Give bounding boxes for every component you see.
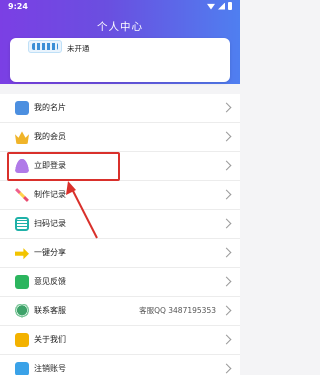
- menu-item-label: 制作记录: [34, 190, 66, 199]
- member-card[interactable]: 未开通: [10, 38, 230, 82]
- share-icon: [15, 248, 29, 260]
- chevron-right-icon: [221, 247, 232, 258]
- chevron-right-icon: [221, 189, 232, 200]
- menu-item-share[interactable]: 一键分享: [0, 239, 240, 268]
- status-time: 9:24: [8, 2, 28, 11]
- status-bar: 9:24: [0, 0, 240, 14]
- card-icon: [15, 101, 29, 115]
- battery-icon: [228, 2, 232, 10]
- logo-icon: [32, 43, 58, 50]
- logo-badge: [28, 40, 62, 53]
- menu-item-label: 一键分享: [34, 248, 66, 257]
- menu-item-cancel-account[interactable]: 注销账号: [0, 355, 240, 375]
- chevron-right-icon: [221, 160, 232, 171]
- menu-item-scan-records[interactable]: 扫码记录: [0, 210, 240, 239]
- pencil-icon: [15, 188, 29, 202]
- service-qq: 客服QQ 3487195353: [139, 306, 216, 315]
- menu-item-label: 我的名片: [34, 103, 66, 112]
- menu-item-feedback[interactable]: 意见反馈: [0, 268, 240, 297]
- cancel-icon: [15, 362, 29, 375]
- chevron-right-icon: [221, 305, 232, 316]
- chevron-right-icon: [221, 131, 232, 142]
- menu-item-label: 意见反馈: [34, 277, 66, 286]
- menu-list: 我的名片 我的会员 立即登录 制作记录 扫码记录 一键分享 意见反馈 联系客服 …: [0, 94, 240, 375]
- menu-item-label: 关于我们: [34, 335, 66, 344]
- menu-item-my-membership[interactable]: 我的会员: [0, 123, 240, 152]
- menu-item-my-card[interactable]: 我的名片: [0, 94, 240, 123]
- page-title: 个人中心: [97, 21, 143, 33]
- chevron-right-icon: [221, 218, 232, 229]
- crown-icon: [15, 131, 29, 144]
- wifi-icon: [207, 3, 215, 10]
- service-icon: [15, 304, 29, 318]
- menu-item-make-records[interactable]: 制作记录: [0, 181, 240, 210]
- chevron-right-icon: [221, 363, 232, 374]
- member-status: 未开通: [67, 44, 90, 53]
- menu-item-label: 联系客服: [34, 306, 66, 315]
- about-icon: [15, 333, 29, 347]
- status-icons: [207, 2, 232, 10]
- feedback-icon: [15, 275, 29, 289]
- chevron-right-icon: [221, 276, 232, 287]
- menu-item-label: 扫码记录: [34, 219, 66, 228]
- menu-item-label: 我的会员: [34, 132, 66, 141]
- signal-icon: [218, 2, 225, 10]
- chevron-right-icon: [221, 102, 232, 113]
- scan-icon: [15, 217, 29, 231]
- highlight-box: [7, 152, 120, 181]
- menu-item-about-us[interactable]: 关于我们: [0, 326, 240, 355]
- menu-item-contact-service[interactable]: 联系客服 客服QQ 3487195353: [0, 297, 240, 326]
- chevron-right-icon: [221, 334, 232, 345]
- menu-item-label: 注销账号: [34, 364, 66, 373]
